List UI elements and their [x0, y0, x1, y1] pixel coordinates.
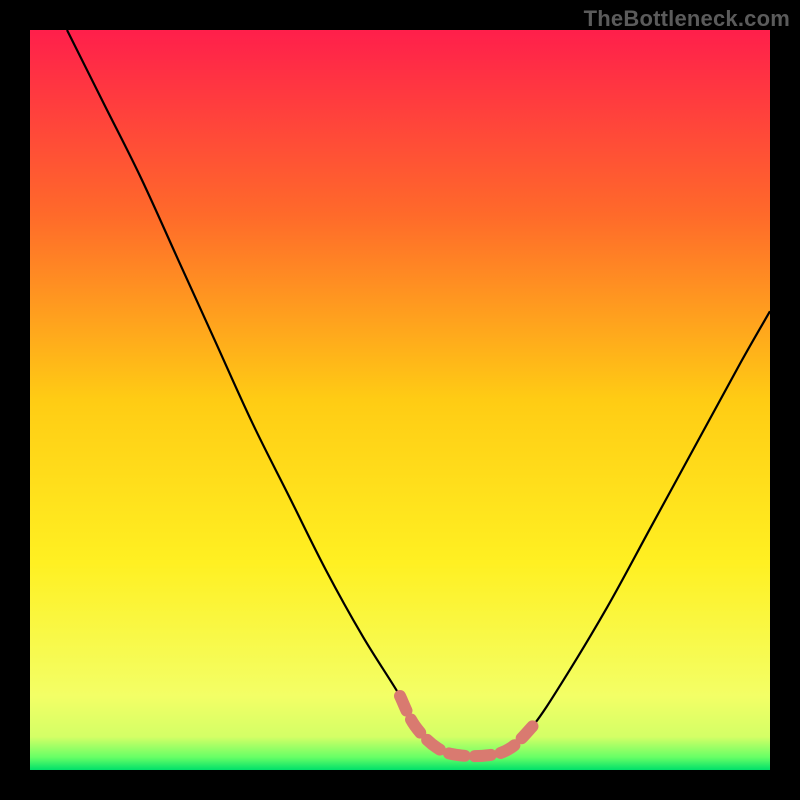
chart-background [30, 30, 770, 770]
chart-plot-area [30, 30, 770, 770]
chart-frame: TheBottleneck.com [0, 0, 800, 800]
watermark-text: TheBottleneck.com [584, 6, 790, 32]
chart-svg [30, 30, 770, 770]
